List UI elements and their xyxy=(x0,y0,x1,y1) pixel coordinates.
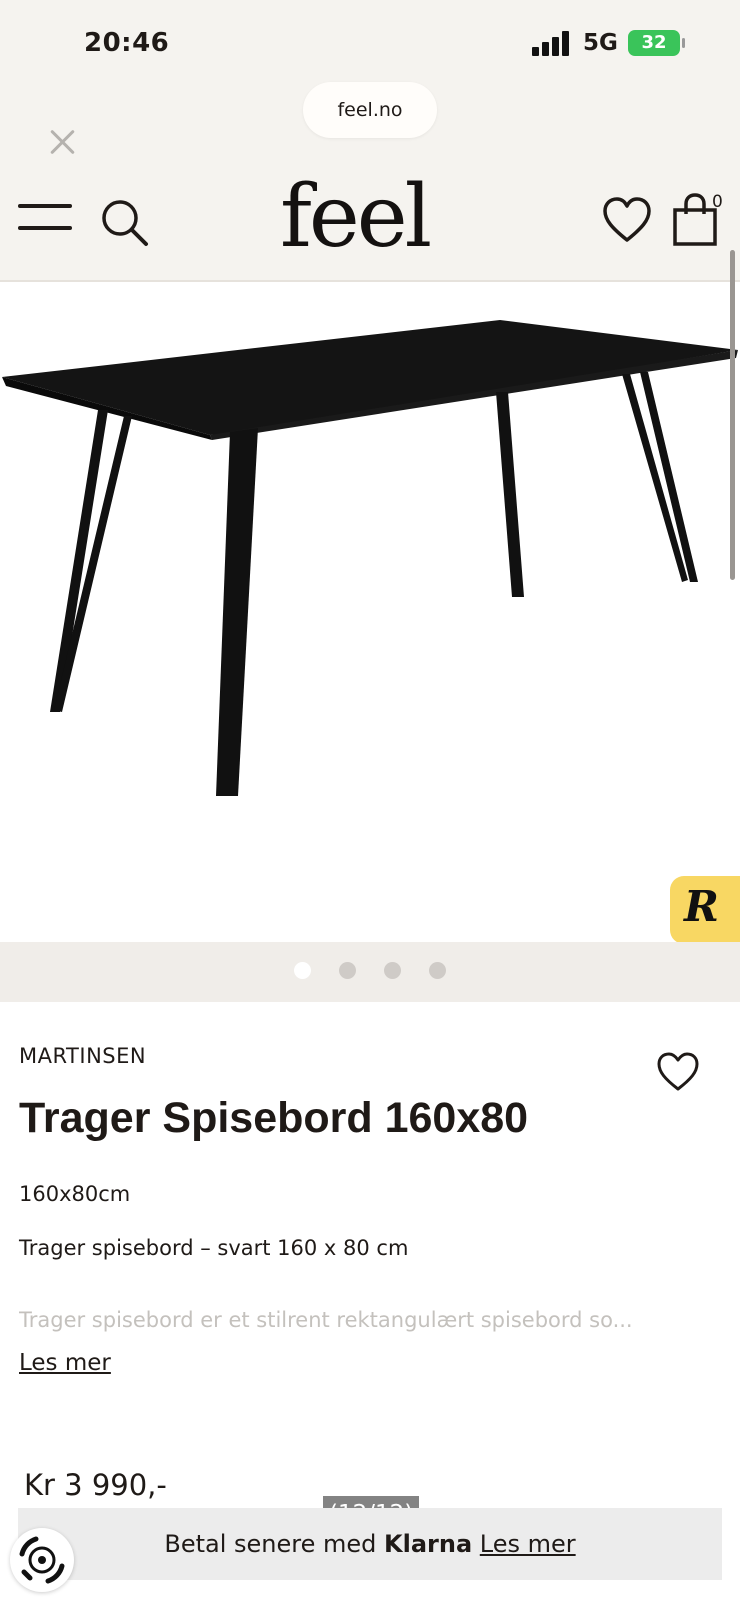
chat-widget-icon[interactable] xyxy=(10,1528,74,1592)
klarna-brand: Klarna xyxy=(384,1530,473,1558)
klarna-banner[interactable]: Betal senere med Klarna Les mer xyxy=(18,1508,722,1580)
status-time: 20:46 xyxy=(84,28,170,58)
klarna-read-more-link[interactable]: Les mer xyxy=(480,1530,576,1558)
site-header: feel 0 xyxy=(0,160,740,280)
site-logo[interactable]: feel xyxy=(280,174,460,260)
product-short-description: Trager spisebord – svart 160 x 80 cm xyxy=(19,1236,409,1260)
carousel-dot[interactable] xyxy=(384,962,401,979)
carousel-dot[interactable] xyxy=(339,962,356,979)
product-image[interactable]: R xyxy=(0,282,740,944)
product-size: 160x80cm xyxy=(19,1182,131,1206)
table-image xyxy=(2,320,738,796)
heart-icon[interactable] xyxy=(602,196,652,244)
carousel-dot[interactable] xyxy=(294,962,311,979)
favorite-heart-icon[interactable] xyxy=(656,1052,700,1092)
status-bar: 20:46 5G 32 xyxy=(0,0,740,90)
network-label: 5G xyxy=(583,30,618,56)
menu-icon[interactable] xyxy=(18,204,72,234)
close-icon[interactable] xyxy=(44,124,80,160)
review-badge[interactable]: R xyxy=(670,876,740,944)
cart-count: 0 xyxy=(712,192,723,212)
product-long-description: Trager spisebord er et stilrent rektangu… xyxy=(19,1308,633,1332)
scrollbar-thumb[interactable] xyxy=(730,250,735,580)
review-badge-icon: R xyxy=(684,882,719,931)
read-more-link[interactable]: Les mer xyxy=(19,1350,111,1376)
search-icon[interactable] xyxy=(98,196,150,248)
product-price: Kr 3 990,- xyxy=(24,1468,167,1502)
battery-icon: 32 xyxy=(628,30,685,56)
klarna-prefix: Betal senere med xyxy=(164,1530,384,1558)
signal-icon xyxy=(532,30,572,56)
carousel-dots xyxy=(0,942,740,1002)
product-title: Trager Spisebord 160x80 xyxy=(19,1094,529,1142)
product-brand[interactable]: MARTINSEN xyxy=(19,1044,146,1068)
carousel-dot[interactable] xyxy=(429,962,446,979)
battery-level: 32 xyxy=(641,32,667,53)
url-bar[interactable]: feel.no xyxy=(303,82,437,138)
klarna-text: Betal senere med Klarna Les mer xyxy=(18,1508,722,1580)
